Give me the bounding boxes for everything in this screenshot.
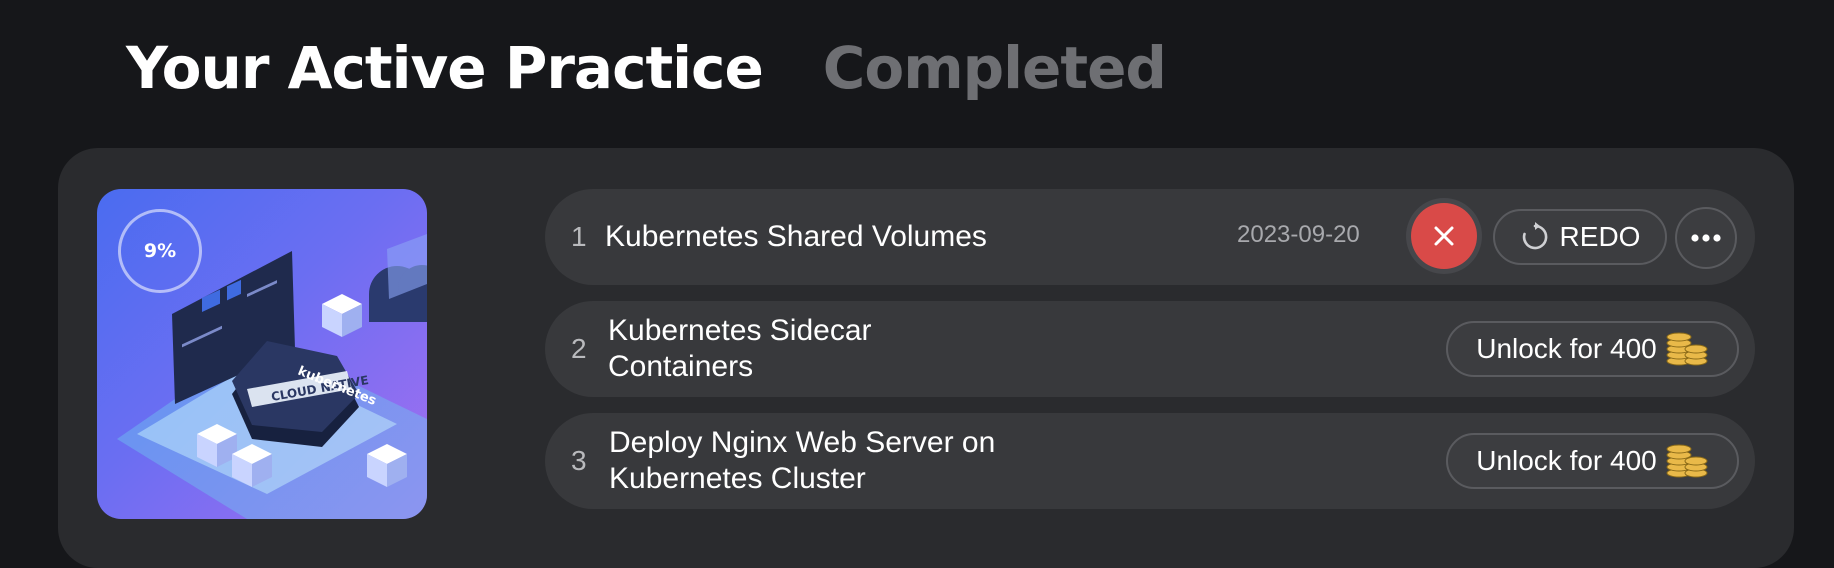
exercise-row-3[interactable]: 3 Deploy Nginx Web Server on Kubernetes …: [545, 413, 1755, 509]
more-options-button[interactable]: [1675, 207, 1737, 269]
exercise-title: Kubernetes Sidecar Containers: [608, 314, 872, 383]
exercise-title: Kubernetes Shared Volumes: [605, 220, 987, 253]
unlock-button[interactable]: Unlock for 400: [1446, 433, 1739, 489]
more-icon: [1691, 234, 1721, 242]
course-card[interactable]: CLOUD NATIVE kubernetes 9%: [97, 189, 427, 519]
exercise-date: 2023-09-20: [1237, 221, 1360, 248]
cloud-graphic: [369, 234, 427, 322]
practice-tabs: Your Active Practice Completed: [126, 34, 1167, 102]
coins-icon: [1666, 332, 1708, 366]
unlock-button[interactable]: Unlock for 400: [1446, 321, 1739, 377]
close-icon: [1434, 226, 1454, 246]
close-button[interactable]: [1411, 203, 1477, 269]
redo-icon: [1522, 222, 1547, 250]
redo-button[interactable]: REDO: [1493, 209, 1667, 265]
exercise-number: 3: [571, 445, 587, 476]
exercise-number: 2: [571, 333, 587, 364]
tab-active-practice[interactable]: Your Active Practice: [126, 34, 764, 102]
unlock-label: Unlock for 400: [1476, 445, 1657, 476]
tab-completed[interactable]: Completed: [823, 34, 1167, 102]
exercise-number: 1: [571, 221, 587, 252]
progress-ring: 9%: [118, 209, 202, 293]
unlock-label: Unlock for 400: [1476, 333, 1657, 364]
exercise-title: Deploy Nginx Web Server on Kubernetes Cl…: [609, 426, 996, 495]
redo-label: REDO: [1559, 221, 1641, 252]
exercise-row-2[interactable]: 2 Kubernetes Sidecar Containers Unlock f…: [545, 301, 1755, 397]
exercise-row-1[interactable]: 1 Kubernetes Shared Volumes 2023-09-20 R…: [545, 189, 1755, 285]
coins-icon: [1666, 444, 1708, 478]
